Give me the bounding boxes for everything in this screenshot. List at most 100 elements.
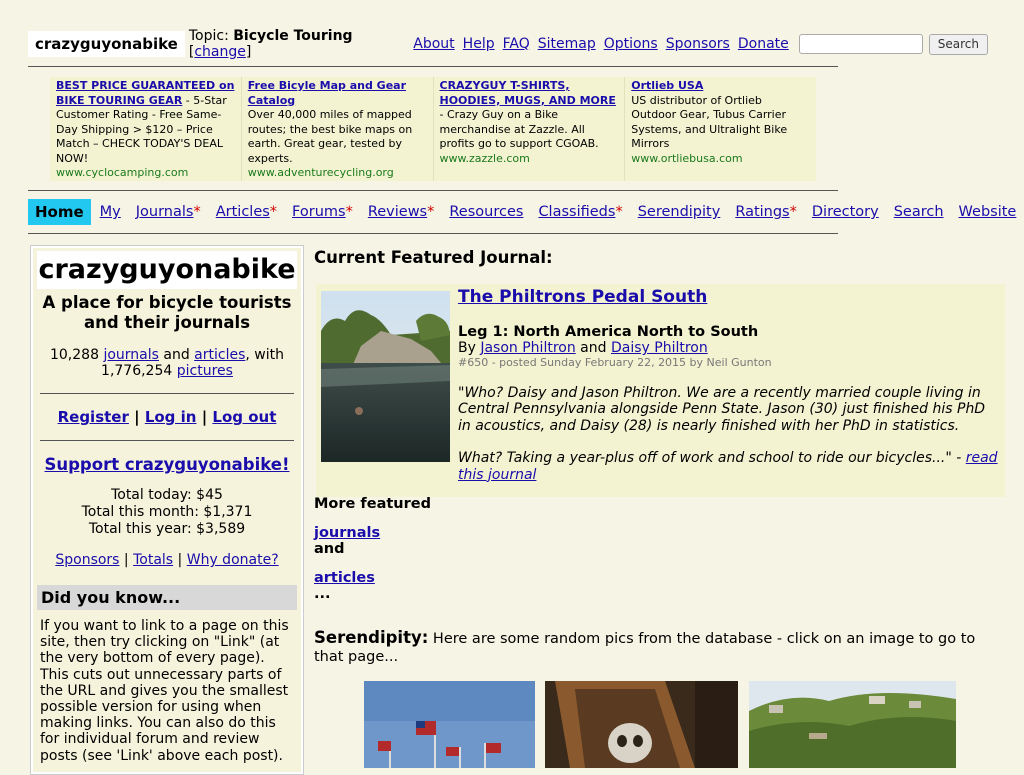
- ad-text: Over 40,000 miles of mapped routes; the …: [247, 108, 413, 165]
- featured-journal-leg: Leg 1: North America North to South: [458, 324, 759, 340]
- ad-url[interactable]: www.cyclocamping.com: [56, 166, 188, 179]
- nav-link[interactable]: Articles: [216, 204, 270, 220]
- featured-journal: The Philtrons Pedal South Leg 1: North A…: [316, 284, 1005, 497]
- nav-item-ratings: Ratings*: [735, 204, 797, 220]
- nav-star: *: [427, 204, 435, 220]
- donate-link[interactable]: Donate: [738, 36, 789, 52]
- serendipity-image-hillside[interactable]: [749, 681, 956, 768]
- site-brand[interactable]: crazyguyonabike: [28, 31, 185, 57]
- author-link[interactable]: Daisy Philtron: [611, 340, 708, 356]
- nav-link[interactable]: My: [100, 204, 121, 220]
- nav-link[interactable]: Directory: [812, 204, 879, 220]
- sponsors-link[interactable]: Sponsors: [666, 36, 730, 52]
- nav-link[interactable]: Journals: [136, 204, 194, 220]
- sponsors-link[interactable]: Sponsors: [55, 552, 119, 568]
- featured-journal-authors: By Jason Philtron and Daisy Philtron: [458, 340, 998, 356]
- featured-journal-image[interactable]: [321, 291, 450, 462]
- nav-item-classifieds: Classifieds*: [538, 204, 622, 220]
- nav-item-journals: Journals*: [136, 204, 201, 220]
- nav-link[interactable]: Ratings: [735, 204, 789, 220]
- articles-link[interactable]: articles: [194, 347, 245, 363]
- pictures-link[interactable]: pictures: [177, 363, 233, 379]
- dash: -: [951, 450, 966, 467]
- featured-heading: Current Featured Journal:: [314, 248, 553, 267]
- register-link[interactable]: Register: [58, 408, 129, 426]
- sitemap-link[interactable]: Sitemap: [538, 36, 596, 52]
- nav-link[interactable]: Reviews: [368, 204, 427, 220]
- nav-star: *: [789, 204, 797, 220]
- ad-item: BEST PRICE GUARANTEED on BIKE TOURING GE…: [50, 77, 242, 181]
- nav-link[interactable]: Serendipity: [638, 204, 721, 220]
- featured-journal-excerpt-2: What? Taking a year-plus off of work and…: [458, 450, 998, 483]
- login-link[interactable]: Log in: [145, 408, 197, 426]
- nav-item-my: My: [100, 204, 121, 220]
- nav-star: *: [615, 204, 623, 220]
- sidebar-tagline: A place for bicycle tourists and their j…: [42, 293, 292, 332]
- sidebar-title: crazyguyonabike: [37, 251, 297, 289]
- journals-link[interactable]: journals: [103, 347, 158, 363]
- nav-star: *: [345, 204, 353, 220]
- nav-link[interactable]: Resources: [449, 204, 523, 220]
- ad-url[interactable]: www.ortliebusa.com: [631, 152, 742, 165]
- nav-link[interactable]: Search: [894, 204, 944, 220]
- serendipity-image-skull[interactable]: [545, 681, 738, 768]
- ad-item: Ortlieb USA US distributor of Ortlieb Ou…: [625, 77, 816, 181]
- search-input[interactable]: [798, 34, 923, 54]
- ad-title[interactable]: Ortlieb USA: [631, 79, 703, 92]
- why-donate-link[interactable]: Why donate?: [187, 552, 279, 568]
- featured-journal-text: The Philtrons Pedal South Leg 1: North A…: [458, 287, 998, 483]
- site-stats: 10,288 journals and articles, with 1,776…: [37, 347, 297, 379]
- divider: [28, 190, 838, 191]
- nav-item-serendipity: Serendipity: [638, 204, 721, 220]
- support-section: Support crazyguyonabike!: [37, 455, 297, 474]
- nav-link[interactable]: Forums: [292, 204, 346, 220]
- serendipity-image-flags[interactable]: [364, 681, 535, 768]
- more-articles-link[interactable]: articles: [314, 570, 375, 586]
- authors-and: and: [575, 340, 611, 356]
- about-link[interactable]: About: [413, 36, 454, 52]
- nav-item-resources: Resources: [449, 204, 523, 220]
- totals-link[interactable]: Totals: [133, 552, 173, 568]
- nav-item-directory: Directory: [812, 204, 879, 220]
- stats-and: and: [158, 347, 195, 363]
- ad-url[interactable]: www.adventurecycling.org: [248, 166, 394, 179]
- support-link[interactable]: Support crazyguyonabike!: [44, 455, 289, 474]
- featured-journal-title[interactable]: The Philtrons Pedal South: [458, 287, 707, 307]
- nav-home[interactable]: Home: [28, 199, 91, 225]
- stats-with: , with: [245, 347, 284, 363]
- top-bar: crazyguyonabike Topic: Bicycle Touring […: [28, 28, 988, 60]
- did-you-know-text: If you want to link to a page on this si…: [40, 618, 289, 764]
- separator: |: [173, 552, 187, 568]
- faq-link[interactable]: FAQ: [503, 36, 530, 52]
- logout-link[interactable]: Log out: [212, 408, 276, 426]
- ad-item: Free Bicyle Map and Gear Catalog Over 40…: [242, 77, 434, 181]
- excerpt-text: What? Taking a year-plus off of work and…: [458, 450, 952, 467]
- search-button[interactable]: Search: [928, 33, 988, 55]
- sidebar-inner: crazyguyonabike A place for bicycle tour…: [33, 248, 301, 772]
- nav-item-website: Website: [959, 204, 1017, 220]
- ad-text: US distributor of Ortlieb Outdoor Gear, …: [631, 93, 788, 151]
- pictures-count: 1,776,254: [101, 363, 173, 379]
- did-you-know-heading: Did you know...: [37, 585, 297, 610]
- options-link[interactable]: Options: [604, 36, 658, 52]
- ad-title[interactable]: Free Bicyle Map and Gear Catalog: [248, 79, 406, 107]
- more-featured-and: and: [314, 541, 345, 557]
- nav-link[interactable]: Website: [959, 204, 1017, 220]
- ad-url[interactable]: www.zazzle.com: [440, 152, 530, 165]
- separator: |: [196, 408, 213, 426]
- divider: [28, 233, 838, 234]
- serendipity-section: Serendipity: Here are some random pics f…: [314, 629, 1004, 666]
- main-nav: Home My Journals* Articles* Forums* Revi…: [28, 198, 1024, 226]
- ellipsis: ...: [314, 586, 331, 602]
- more-journals-link[interactable]: journals: [314, 525, 380, 541]
- ad-text: - Crazy Guy on a Bike merchandise at Zaz…: [439, 108, 599, 150]
- donation-links: Sponsors | Totals | Why donate?: [37, 552, 297, 568]
- ad-title[interactable]: CRAZYGUY T-SHIRTS, HOODIES, MUGS, AND MO…: [440, 79, 616, 107]
- topic-change-link[interactable]: change: [194, 44, 246, 60]
- ad-item: CRAZYGUY T-SHIRTS, HOODIES, MUGS, AND MO…: [434, 77, 626, 181]
- author-link[interactable]: Jason Philtron: [480, 340, 575, 356]
- help-link[interactable]: Help: [463, 36, 495, 52]
- nav-link[interactable]: Classifieds: [538, 204, 615, 220]
- main-content: Current Featured Journal:: [314, 248, 1014, 267]
- divider: [40, 440, 294, 441]
